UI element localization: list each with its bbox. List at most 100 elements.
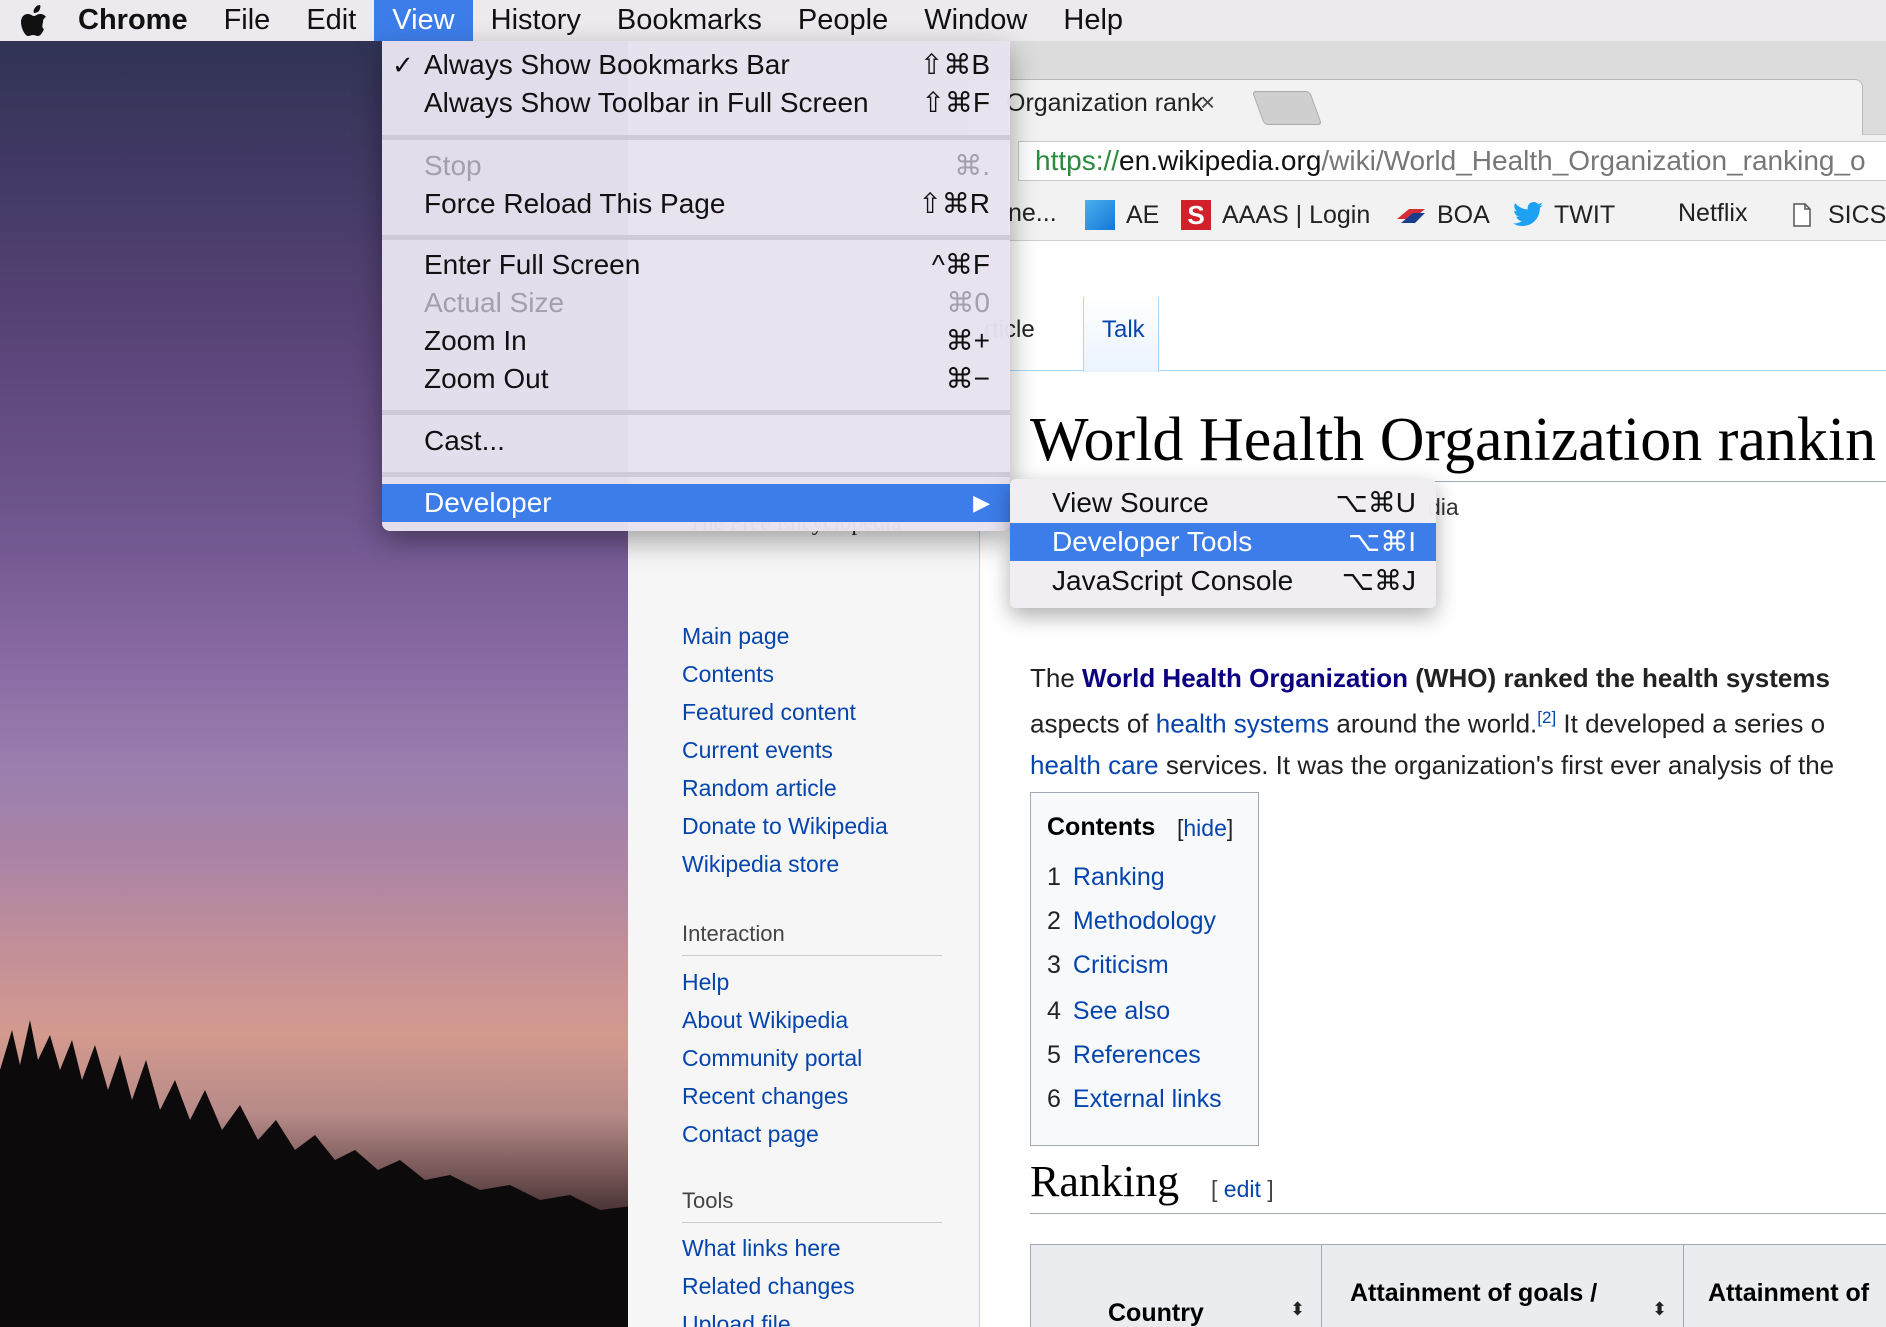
- menu-window[interactable]: Window: [906, 0, 1045, 41]
- menu-item-actual-size: Actual Size ⌘0: [424, 287, 990, 318]
- bookmark-label: AE: [1126, 200, 1160, 229]
- menu-item-developer-tools[interactable]: Developer Tools ⌥⌘I: [1010, 523, 1436, 561]
- apple-logo-icon[interactable]: [10, 4, 60, 37]
- document-icon: [1786, 199, 1818, 231]
- bookmark-label: ne...: [1008, 199, 1057, 227]
- checkmark-icon: ✓: [392, 50, 414, 80]
- menu-people[interactable]: People: [780, 0, 906, 41]
- th-country[interactable]: Country: [1108, 1299, 1204, 1327]
- nav-help[interactable]: Help: [682, 969, 729, 996]
- url-protocol: https://: [1035, 145, 1120, 176]
- submenu-arrow-icon: ▶: [973, 490, 990, 515]
- new-tab-button[interactable]: [1251, 91, 1323, 125]
- sort-icon[interactable]: ⬍: [1652, 1299, 1667, 1320]
- menu-item-zoom-in[interactable]: Zoom In ⌘+: [382, 322, 1010, 360]
- nav-contact-page[interactable]: Contact page: [682, 1121, 819, 1148]
- nav-what-links-here[interactable]: What links here: [682, 1235, 841, 1262]
- tools-header[interactable]: Tools: [682, 1188, 942, 1223]
- forest-silhouette: [0, 1020, 640, 1327]
- nav-about[interactable]: About Wikipedia: [682, 1007, 848, 1034]
- health-care-link[interactable]: health care: [1030, 750, 1159, 780]
- tab-close-icon[interactable]: ×: [1200, 87, 1215, 118]
- toc-title: Contents: [1047, 813, 1156, 841]
- bookmark-sicss[interactable]: SICSS: [1786, 199, 1886, 231]
- toc-item[interactable]: 5 References: [1047, 1041, 1201, 1070]
- page-title: World Health Organization rankin: [1030, 406, 1877, 474]
- menu-help[interactable]: Help: [1045, 0, 1141, 41]
- bookmark-netflix[interactable]: Netflix: [1678, 199, 1747, 228]
- menu-view[interactable]: View: [374, 0, 473, 41]
- bookmark-twit[interactable]: TWIT: [1512, 199, 1615, 231]
- intro-line-3: health care services. It was the organiz…: [1030, 750, 1835, 780]
- nav-wikipedia-store[interactable]: Wikipedia store: [682, 851, 839, 878]
- menu-separator: [382, 235, 1010, 240]
- bookmark-ae[interactable]: AE: [1084, 199, 1159, 231]
- who-link[interactable]: World Health Organization: [1082, 663, 1408, 693]
- nav-contents[interactable]: Contents: [682, 661, 774, 688]
- menu-item-always-show-bookmarks-bar[interactable]: ✓ Always Show Bookmarks Bar ⇧⌘B: [382, 46, 1010, 84]
- toc-hide-toggle[interactable]: [hide]: [1177, 815, 1233, 842]
- menu-bookmarks[interactable]: Bookmarks: [599, 0, 780, 41]
- menu-item-view-source[interactable]: View Source ⌥⌘U: [1010, 484, 1436, 522]
- boa-flag-icon: [1395, 199, 1427, 231]
- nav-random-article[interactable]: Random article: [682, 775, 837, 802]
- bookmark-label: TWIT: [1554, 200, 1616, 229]
- menu-item-zoom-out[interactable]: Zoom Out ⌘−: [382, 360, 1010, 398]
- nav-related-changes[interactable]: Related changes: [682, 1273, 855, 1300]
- toc-item[interactable]: 4 See also: [1047, 997, 1170, 1026]
- url-path: /wiki/World_Health_Organization_ranking_…: [1321, 145, 1866, 176]
- view-menu-dropdown: ✓ Always Show Bookmarks Bar ⇧⌘B Always Sho…: [382, 41, 1010, 531]
- bookmark-label: SICSS: [1828, 200, 1886, 229]
- toc-item[interactable]: 6 External links: [1047, 1085, 1222, 1114]
- twitter-bird-icon: [1512, 199, 1544, 231]
- menu-item-developer[interactable]: Developer ▶: [382, 484, 1010, 522]
- intro-line-2: aspects of health systems around the wor…: [1030, 708, 1826, 739]
- nav-featured-content[interactable]: Featured content: [682, 699, 856, 726]
- health-systems-link[interactable]: health systems: [1156, 709, 1329, 739]
- menu-edit[interactable]: Edit: [288, 0, 374, 41]
- bookmark-label: Netflix: [1678, 199, 1748, 227]
- url-text[interactable]: https://en.wikipedia.org/wiki/World_Heal…: [1035, 145, 1866, 177]
- menu-separator: [382, 410, 1010, 415]
- tab-talk[interactable]: Talk: [1102, 316, 1145, 344]
- aaas-favicon-icon: S: [1180, 199, 1212, 231]
- citation-2[interactable]: [2]: [1537, 708, 1556, 727]
- th-attainment-goals[interactable]: Attainment of goals /: [1350, 1279, 1597, 1308]
- mac-menubar: Chrome File Edit View History Bookmarks …: [0, 0, 1886, 41]
- toc-item[interactable]: 1 Ranking: [1047, 863, 1165, 892]
- bookmark-aaas[interactable]: S AAAS | Login: [1180, 199, 1370, 231]
- menu-item-javascript-console[interactable]: JavaScript Console ⌥⌘J: [1010, 562, 1436, 600]
- nav-community-portal[interactable]: Community portal: [682, 1045, 862, 1072]
- menu-separator: [382, 472, 1010, 477]
- menu-item-stop: Stop ⌘.: [424, 150, 990, 181]
- ae-favicon-icon: [1084, 199, 1116, 231]
- nav-main-page[interactable]: Main page: [682, 623, 789, 650]
- table-of-contents: Contents [hide] 1 Ranking 2 Methodology 3C…: [1030, 792, 1259, 1146]
- menu-history[interactable]: History: [473, 0, 599, 41]
- section-edit-link[interactable]: [ edit ]: [1211, 1176, 1274, 1203]
- nav-current-events[interactable]: Current events: [682, 737, 833, 764]
- bookmark-truncated[interactable]: ne...: [1008, 199, 1057, 228]
- bookmark-boa[interactable]: BOA: [1395, 199, 1490, 231]
- menu-app-chrome[interactable]: Chrome: [60, 0, 206, 41]
- nav-recent-changes[interactable]: Recent changes: [682, 1083, 848, 1110]
- bookmark-label: BOA: [1437, 200, 1490, 229]
- menu-item-enter-full-screen[interactable]: Enter Full Screen ^⌘F: [382, 246, 1010, 284]
- nav-upload-file[interactable]: Upload file: [682, 1311, 791, 1327]
- menu-item-cast[interactable]: Cast...: [382, 422, 1010, 460]
- developer-submenu: View Source ⌥⌘U Developer Tools ⌥⌘I JavaSc…: [1010, 479, 1436, 608]
- th-attainment[interactable]: Attainment of: [1708, 1279, 1869, 1308]
- intro-line-1: The World Health Organization (WHO) rank…: [1030, 663, 1830, 693]
- toc-item[interactable]: 2 Methodology: [1047, 907, 1216, 936]
- section-divider: [1030, 1213, 1886, 1214]
- menu-item-force-reload[interactable]: Force Reload This Page ⇧⌘R: [382, 185, 1010, 223]
- table-col-divider: [1683, 1244, 1684, 1327]
- toc-item[interactable]: 3 Criticism: [1047, 951, 1169, 980]
- section-heading-ranking: Ranking: [1030, 1157, 1180, 1206]
- menu-item-always-show-toolbar[interactable]: Always Show Toolbar in Full Screen ⇧⌘F: [382, 84, 1010, 122]
- bookmark-label: AAAS | Login: [1222, 200, 1371, 229]
- menu-file[interactable]: File: [206, 0, 289, 41]
- nav-donate[interactable]: Donate to Wikipedia: [682, 813, 888, 840]
- sort-icon[interactable]: ⬍: [1290, 1299, 1305, 1320]
- interaction-header[interactable]: Interaction: [682, 921, 942, 956]
